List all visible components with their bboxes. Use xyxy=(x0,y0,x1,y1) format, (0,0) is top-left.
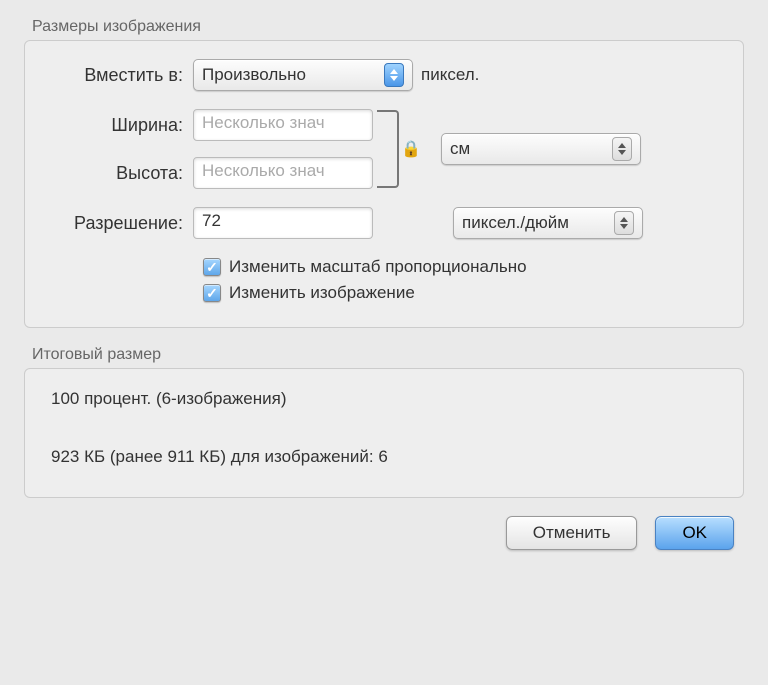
ok-button[interactable]: OK xyxy=(655,516,734,550)
resolution-input[interactable]: 72 xyxy=(193,207,373,239)
updown-icon xyxy=(612,137,632,161)
fit-select[interactable]: Произвольно xyxy=(193,59,413,91)
dims-unit-select[interactable]: см xyxy=(441,133,641,165)
summary-size: 923 КБ (ранее 911 КБ) для изображений: 6 xyxy=(51,447,717,467)
fit-label: Вместить в: xyxy=(43,65,193,86)
cancel-button[interactable]: Отменить xyxy=(506,516,638,550)
height-input[interactable]: Несколько знач xyxy=(193,157,373,189)
scale-proportional-label: Изменить масштаб пропорционально xyxy=(229,257,527,277)
dimensions-group-title: Размеры изображения xyxy=(24,18,744,36)
dimensions-group: Размеры изображения Вместить в: Произвол… xyxy=(24,18,744,328)
fit-select-value: Произвольно xyxy=(202,65,376,85)
summary-group: Итоговый размер 100 процент. (6-изображе… xyxy=(24,346,744,498)
width-input[interactable]: Несколько знач xyxy=(193,109,373,141)
dialog-buttons: Отменить OK xyxy=(24,516,744,550)
dims-unit-value: см xyxy=(450,139,604,159)
fit-unit: пиксел. xyxy=(421,65,479,85)
link-bracket: 🔒 xyxy=(377,110,399,188)
resize-image-checkbox[interactable] xyxy=(203,284,221,302)
updown-icon xyxy=(614,211,634,235)
height-label: Высота: xyxy=(43,163,193,184)
scale-proportional-checkbox[interactable] xyxy=(203,258,221,276)
summary-percent: 100 процент. (6-изображения) xyxy=(51,389,717,409)
updown-icon xyxy=(384,63,404,87)
lock-icon[interactable]: 🔒 xyxy=(401,139,421,159)
resolution-unit-select[interactable]: пиксел./дюйм xyxy=(453,207,643,239)
width-label: Ширина: xyxy=(43,115,193,136)
summary-group-title: Итоговый размер xyxy=(24,346,744,364)
resolution-label: Разрешение: xyxy=(43,213,193,234)
resolution-unit-value: пиксел./дюйм xyxy=(462,213,606,233)
resize-image-label: Изменить изображение xyxy=(229,283,415,303)
